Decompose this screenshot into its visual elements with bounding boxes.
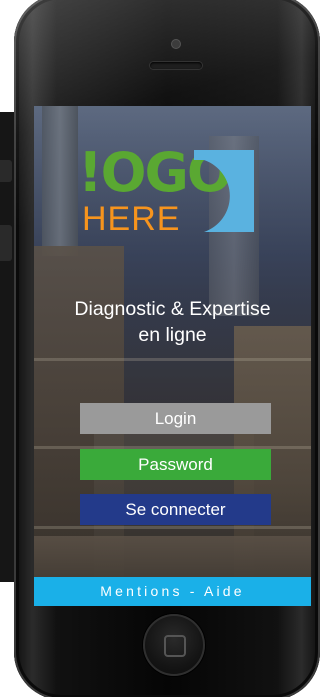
camera-icon: [172, 40, 180, 48]
app-title: Diagnostic & Expertise en ligne: [34, 296, 311, 348]
background-stripe: [34, 526, 311, 529]
app-title-line2: en ligne: [138, 324, 207, 346]
mute-switch: [0, 160, 12, 182]
password-field[interactable]: Password: [80, 449, 271, 480]
logo-subtitle: HERE: [82, 200, 181, 238]
speaker-icon: [150, 62, 202, 69]
connect-button[interactable]: Se connecter: [80, 494, 271, 525]
login-field[interactable]: Login: [80, 403, 271, 434]
mentions-link[interactable]: Mentions: [100, 583, 182, 599]
home-button-icon[interactable]: [143, 614, 205, 676]
volume-button: [0, 225, 12, 261]
app-logo: !OGO HERE: [78, 146, 268, 256]
footer-separator: -: [182, 583, 204, 599]
app-title-line1: Diagnostic & Expertise: [74, 298, 271, 320]
background-chimney: [42, 106, 78, 256]
logo-shape-icon: [194, 150, 254, 232]
footer-bar: Mentions - Aide: [34, 577, 311, 606]
home-square-icon: [164, 635, 186, 657]
app-screen: !OGO HERE Diagnostic & Expertise en lign…: [34, 106, 311, 606]
help-link[interactable]: Aide: [204, 583, 245, 599]
phone-mockup: !OGO HERE Diagnostic & Expertise en lign…: [0, 0, 324, 697]
background-stripe: [34, 358, 311, 361]
